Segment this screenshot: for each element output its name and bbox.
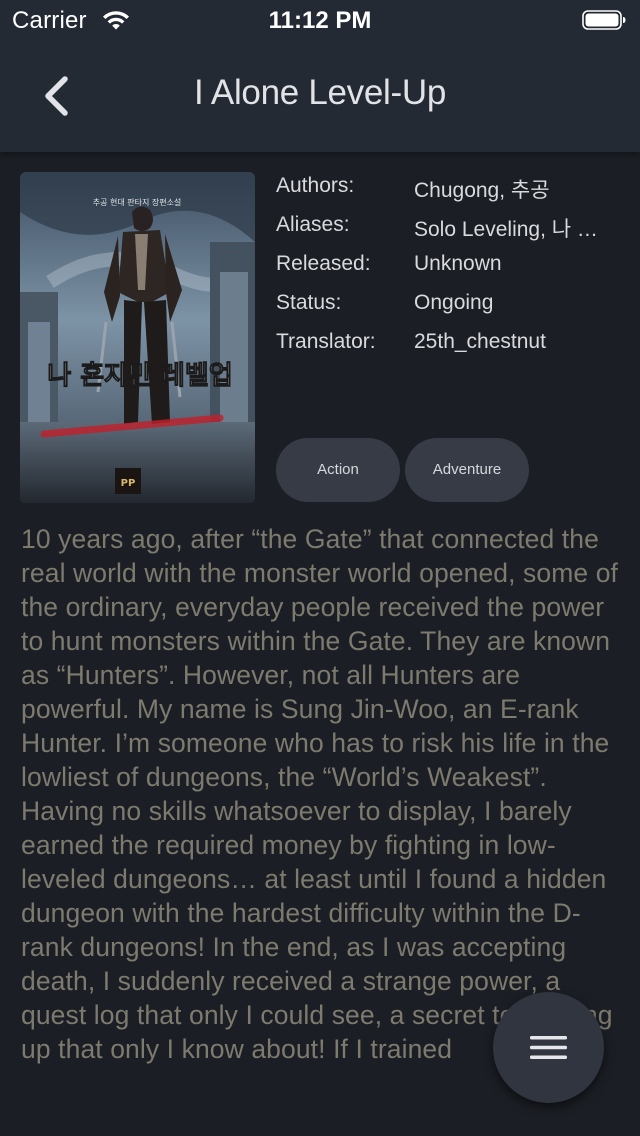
content: 추공 현대 판타지 장편소설 나 혼자만 레벨업 PP Authors: Chu… [0,152,640,1136]
status-value: Ongoing [414,291,494,314]
cover-art: 추공 현대 판타지 장편소설 나 혼자만 레벨업 PP [20,172,255,503]
translator-value: 25th_chestnut [414,330,546,353]
cover-image: 추공 현대 판타지 장편소설 나 혼자만 레벨업 PP [20,172,255,503]
chevron-left-icon [45,76,68,116]
back-button[interactable] [32,66,82,126]
status-label: Status: [276,291,342,314]
aliases-row: Aliases: Solo Leveling, 나 혼자만 레벨업 [276,211,626,250]
authors-label: Authors: [276,174,355,197]
translator-row: Translator: 25th_chestnut [276,328,626,367]
nav-bar: I Alone Level-Up [0,40,640,152]
aliases-label: Aliases: [276,213,350,236]
cover-title: 나 혼자만 레벨업 [47,361,233,391]
released-value: Unknown [414,252,502,275]
translator-label: Translator: [276,330,376,353]
released-row: Released: Unknown [276,250,626,289]
battery-icon [582,10,626,30]
clock: 11:12 PM [268,7,372,34]
status-bar: Carrier 11:12 PM [0,0,640,40]
screen: Carrier 11:12 PM I Alone Level-Up 추공 현대 … [0,0,640,1136]
genre-tags: Action Adventure [276,438,636,502]
header: Carrier 11:12 PM I Alone Level-Up [0,0,640,152]
cover-subtitle: 추공 현대 판타지 장편소설 [93,197,182,207]
details-panel: Authors: Chugong, 추공 Aliases: Solo Level… [276,172,626,367]
page-title: I Alone Level-Up [193,73,447,112]
tag-action[interactable]: Action [276,438,400,502]
tag-adventure[interactable]: Adventure [405,438,529,502]
aliases-value: Solo Leveling, 나 혼자만 레벨업 [414,218,614,241]
menu-icon [530,1036,567,1059]
menu-button[interactable] [493,992,604,1103]
status-row: Status: Ongoing [276,289,626,328]
released-label: Released: [276,252,371,275]
authors-row: Authors: Chugong, 추공 [276,172,626,211]
authors-value: Chugong, 추공 [414,179,550,202]
cover-publisher: PP [121,478,136,489]
